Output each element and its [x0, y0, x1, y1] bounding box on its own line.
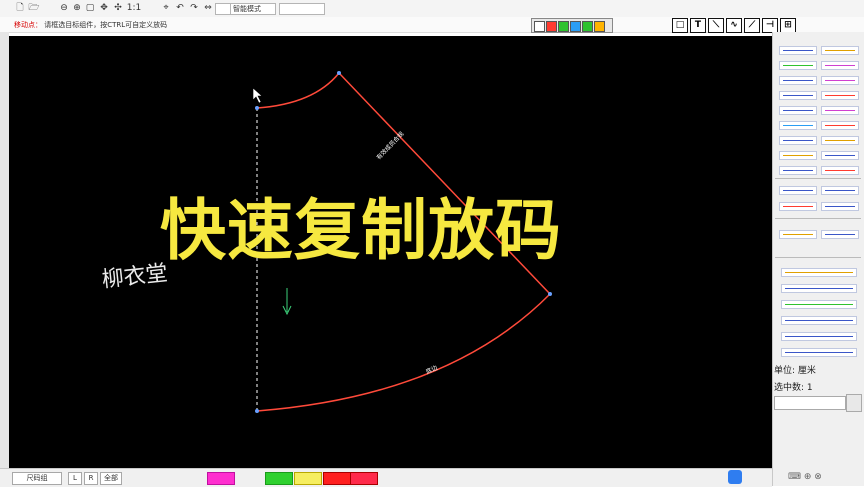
video-overlay-title: 快速复制放码 [160, 192, 562, 269]
tool-line-item[interactable] [779, 106, 817, 115]
tool-yellow-item[interactable] [779, 151, 817, 160]
tool-ruler-item[interactable] [781, 316, 857, 325]
zoom-out-icon[interactable]: ⊖ [58, 2, 70, 14]
color-green-swatch[interactable] [558, 21, 569, 32]
tool-curve-item[interactable] [779, 121, 817, 130]
tool-yellow-item[interactable] [821, 46, 859, 55]
tool-ruler-item[interactable] [781, 300, 857, 309]
cursor-icon [252, 87, 263, 104]
redo-icon[interactable]: ↷ [188, 2, 200, 14]
color-red-swatch[interactable] [546, 21, 557, 32]
tool-line-item[interactable] [779, 136, 817, 145]
size-swatch-red2[interactable] [350, 472, 378, 485]
text-tool-icon[interactable]: T [690, 18, 706, 33]
all-button[interactable]: 全部 [100, 472, 122, 485]
unit-label: 单位: 厘米 [774, 366, 816, 376]
panel-divider [775, 257, 861, 258]
left-button[interactable]: L [68, 472, 82, 485]
right-button[interactable]: R [84, 472, 98, 485]
color-tools [531, 18, 613, 33]
point-marker[interactable] [337, 71, 341, 75]
mode-combo[interactable]: 智能模式 [230, 3, 276, 15]
tool-line-item[interactable] [779, 61, 817, 70]
tool-ruler-item[interactable] [781, 268, 857, 277]
left-ruler [0, 32, 9, 470]
tool-ruler-item[interactable] [781, 284, 857, 293]
panel-divider [775, 178, 861, 179]
new-icon[interactable]: 🗋 [14, 2, 26, 14]
measure-icon[interactable]: ⇔ [202, 2, 214, 14]
undo-icon[interactable]: ↶ [174, 2, 186, 14]
app-tray-icon[interactable] [728, 470, 742, 484]
palette-icon[interactable] [534, 21, 545, 32]
tool-ruler-item[interactable] [781, 348, 857, 357]
status-hint: 移动点： 请框选目标组件，按CTRL可自定义放码 [14, 20, 167, 30]
select-icon[interactable]: ⌖ [160, 2, 172, 14]
hem-curve [256, 293, 551, 412]
hem-label: 底边 [424, 363, 438, 375]
size-swatch-green[interactable] [265, 472, 293, 485]
zoom-fit-icon[interactable]: ▢ [84, 2, 96, 14]
slash-tool-icon[interactable]: ⟋ [744, 18, 760, 33]
seam-label: 有效成员合规 [375, 130, 406, 161]
main-toolbar: 🗋 🗁 ⊖ ⊕ ▢ ✥ ✣ 1:1 ⌖ ↶ ↷ ⇔ 智能模式 [0, 0, 864, 18]
scroll-button[interactable] [846, 394, 862, 412]
neck-curve [256, 72, 340, 109]
size-swatch-yellow[interactable] [294, 472, 322, 485]
open-icon[interactable]: 🗁 [28, 2, 40, 14]
measure-tool-icon[interactable]: ⊣ [762, 18, 778, 33]
size-bar: 尺码组 L R 全部 [0, 468, 772, 487]
curve-tool-icon[interactable]: ∿ [726, 18, 742, 33]
tool-line-item[interactable] [821, 151, 859, 160]
point-marker[interactable] [255, 106, 259, 110]
tool-line-item[interactable] [779, 166, 817, 175]
color-blue-swatch[interactable] [570, 21, 581, 32]
tool-line-item[interactable] [821, 121, 859, 130]
size-swatch-red[interactable] [323, 472, 351, 485]
tool-yellow-item[interactable] [821, 136, 859, 145]
tool-line-item[interactable] [821, 61, 859, 70]
panel-divider [775, 218, 861, 219]
selection-count: 选中数: 1 [774, 383, 813, 393]
tool-line-item[interactable] [821, 230, 859, 239]
size-group-tab[interactable]: 尺码组 [12, 472, 62, 485]
tool-red-item[interactable] [821, 166, 859, 175]
value-input[interactable] [774, 396, 846, 410]
point-marker[interactable] [548, 292, 552, 296]
tool-orange-item[interactable] [779, 230, 817, 239]
tool-line-item[interactable] [779, 46, 817, 55]
rect-tool-icon[interactable]: □ [672, 18, 688, 33]
tool-line-item[interactable] [779, 76, 817, 85]
tray-icons: ⌨ ⊕ ⊗ [788, 472, 822, 482]
color-green2-swatch[interactable] [582, 21, 593, 32]
tool-line-item[interactable] [779, 202, 817, 211]
point-marker[interactable] [255, 409, 259, 413]
style-combo[interactable] [279, 3, 325, 15]
size-swatch-magenta[interactable] [207, 472, 235, 485]
status-mode: 移动点： [14, 21, 42, 29]
line-tool-icon[interactable]: ⟍ [708, 18, 724, 33]
tool-line-item[interactable] [821, 76, 859, 85]
tool-line-item[interactable] [821, 106, 859, 115]
tool-line-item[interactable] [821, 202, 859, 211]
tool-ruler-item[interactable] [781, 332, 857, 341]
tool-line-item[interactable] [821, 186, 859, 195]
tool-line-item[interactable] [779, 186, 817, 195]
zoom-in-icon[interactable]: ⊕ [71, 2, 83, 14]
ratio-label[interactable]: 1:1 [126, 2, 142, 14]
tool-line-item[interactable] [821, 91, 859, 100]
tool-panel [772, 32, 864, 486]
grid-tool-icon[interactable]: ⊞ [780, 18, 796, 33]
tool-line-item[interactable] [779, 91, 817, 100]
color-orange-swatch[interactable] [594, 21, 605, 32]
status-message: 请框选目标组件，按CTRL可自定义放码 [44, 21, 168, 29]
pan-icon[interactable]: ✥ [98, 2, 110, 14]
rotate-icon[interactable]: ✣ [112, 2, 124, 14]
layer-combo[interactable] [215, 3, 231, 15]
